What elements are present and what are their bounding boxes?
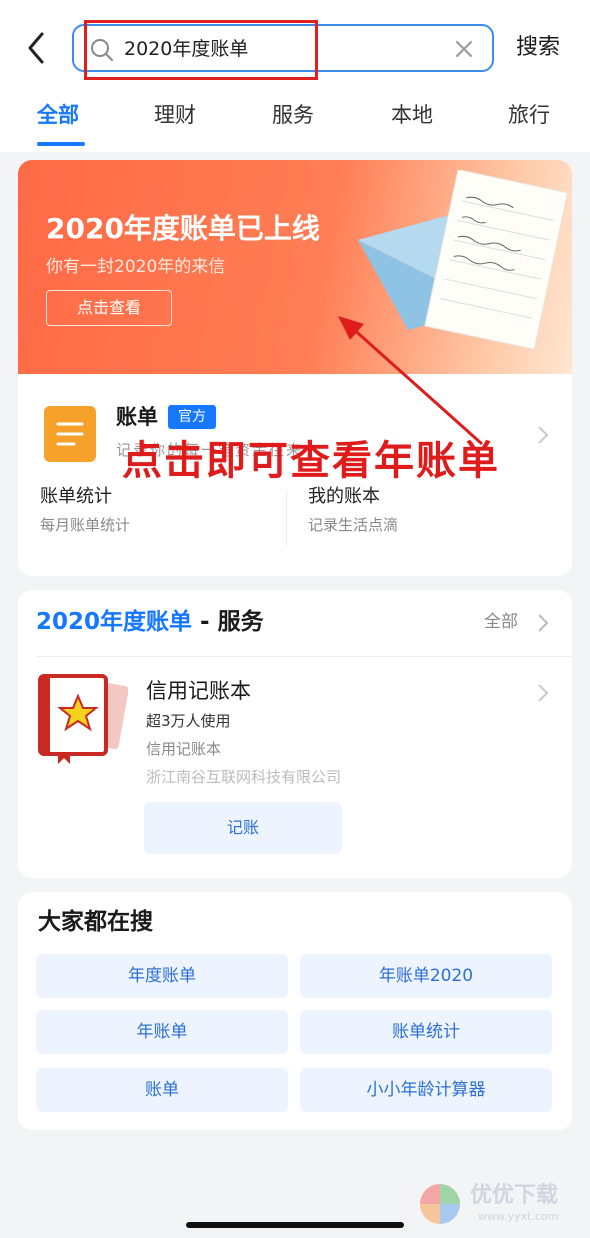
feature-subtitle: 每月账单统计 bbox=[40, 516, 131, 534]
service-app-name: 信用记账本 bbox=[146, 740, 222, 758]
hot-search-chip[interactable]: 年账单 bbox=[36, 1010, 288, 1054]
top-bar: 2020年度账单 搜索 bbox=[0, 0, 590, 90]
chevron-right-icon[interactable] bbox=[536, 612, 550, 634]
tab-services[interactable]: 服务 bbox=[272, 100, 314, 130]
official-badge: 官方 bbox=[168, 405, 216, 429]
tab-local[interactable]: 本地 bbox=[391, 100, 433, 130]
service-heading: 2020年度账单 - 服务 bbox=[36, 606, 264, 638]
watermark-logo-icon bbox=[420, 1184, 460, 1224]
annotation-arrow-icon bbox=[338, 316, 483, 446]
hot-search-chip[interactable]: 年账单2020 bbox=[300, 954, 552, 998]
divider bbox=[36, 656, 572, 657]
hot-search-chip[interactable]: 年度账单 bbox=[36, 954, 288, 998]
watermark-brand: 优优下载 bbox=[470, 1183, 559, 1208]
home-indicator bbox=[186, 1222, 404, 1228]
feature-title: 账单统计 bbox=[40, 486, 112, 507]
feature-bill-stats[interactable]: 账单统计 每月账单统计 bbox=[40, 484, 290, 554]
hot-searches-card: 大家都在搜 年度账单 年账单2020 年账单 账单统计 账单 小小年龄计算器 bbox=[18, 892, 572, 1130]
category-tabs: 全部 理财 服务 本地 旅行 bbox=[0, 90, 590, 152]
search-button[interactable]: 搜索 bbox=[516, 32, 560, 64]
back-arrow-icon[interactable] bbox=[20, 28, 56, 68]
hot-search-chip[interactable]: 小小年龄计算器 bbox=[300, 1068, 552, 1112]
clear-icon[interactable] bbox=[454, 39, 474, 59]
feature-subtitle: 记录生活点滴 bbox=[308, 516, 399, 534]
bookkeeping-button[interactable]: 记账 bbox=[144, 802, 342, 854]
service-card: 2020年度账单 - 服务 全部 信用记账本 超3万人使用 信用记账本 浙江南谷… bbox=[18, 590, 572, 878]
active-tab-indicator bbox=[37, 142, 85, 146]
credit-ledger-book-icon[interactable] bbox=[34, 672, 128, 764]
service-heading-rest: - 服务 bbox=[192, 609, 264, 635]
banner-subtitle: 你有一封2020年的来信 bbox=[46, 257, 226, 277]
annotation-text: 点击即可查看年账单 bbox=[122, 438, 500, 484]
feature-divider bbox=[286, 490, 287, 546]
view-bill-button[interactable]: 点击查看 bbox=[46, 290, 172, 326]
hot-search-chip[interactable]: 账单 bbox=[36, 1068, 288, 1112]
service-heading-highlight: 2020年度账单 bbox=[36, 609, 193, 635]
chevron-right-icon bbox=[538, 426, 549, 444]
search-highlight-box bbox=[84, 20, 318, 80]
tab-finance[interactable]: 理财 bbox=[154, 100, 196, 130]
chevron-right-icon[interactable] bbox=[536, 682, 550, 704]
bill-app-icon bbox=[44, 406, 96, 462]
service-company: 浙江南谷互联网科技有限公司 bbox=[146, 768, 342, 786]
service-users: 超3万人使用 bbox=[146, 712, 231, 730]
tab-travel[interactable]: 旅行 bbox=[508, 100, 550, 130]
hot-search-chip[interactable]: 账单统计 bbox=[300, 1010, 552, 1054]
service-name[interactable]: 信用记账本 bbox=[146, 676, 251, 706]
feature-my-ledger[interactable]: 我的账本 记录生活点滴 bbox=[308, 484, 558, 554]
hot-searches-title: 大家都在搜 bbox=[38, 909, 153, 935]
tab-all[interactable]: 全部 bbox=[37, 100, 79, 130]
app-name: 账单 bbox=[116, 405, 158, 429]
service-all-link[interactable]: 全部 bbox=[484, 610, 518, 634]
banner-title: 2020年度账单已上线 bbox=[46, 212, 320, 245]
watermark-url: www.yyxt.com bbox=[478, 1210, 559, 1223]
